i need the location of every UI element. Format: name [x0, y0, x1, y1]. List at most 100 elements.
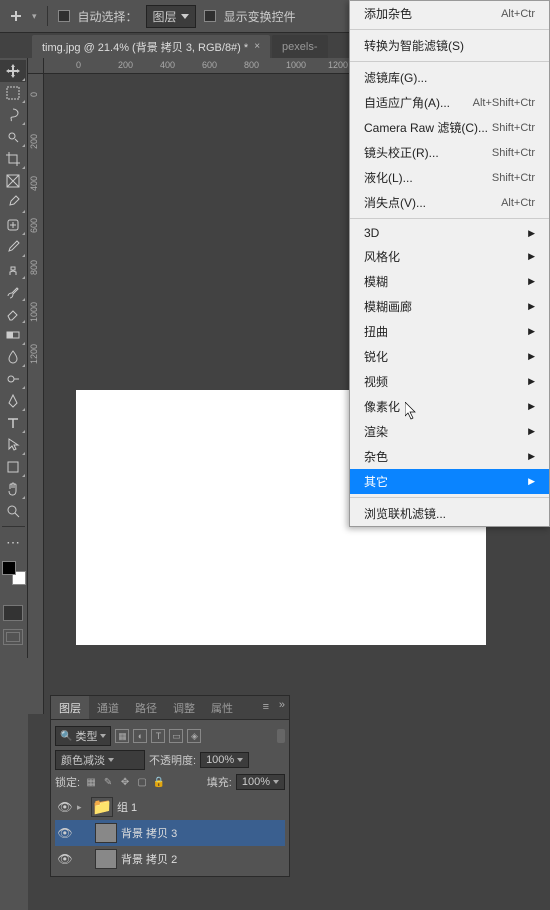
menu-item[interactable]: 转换为智能滤镜(S) [350, 33, 549, 58]
menu-separator [350, 218, 549, 219]
filter-adjustment-icon[interactable]: ◐ [133, 729, 147, 743]
submenu-arrow-icon: ▶ [528, 276, 535, 287]
dodge-tool[interactable] [0, 368, 26, 390]
filter-smart-icon[interactable]: ◈ [187, 729, 201, 743]
menu-item[interactable]: 3D▶ [350, 222, 549, 244]
menu-shortcut: Shift+Ctr [492, 172, 535, 184]
tab-adjustments[interactable]: 调整 [165, 696, 203, 719]
type-tool[interactable] [0, 412, 26, 434]
healing-tool[interactable] [0, 214, 26, 236]
close-icon[interactable]: × [254, 41, 260, 52]
layer-row[interactable]: 👁 背景 拷贝 3 [55, 820, 285, 846]
document-tab-inactive[interactable]: pexels- [272, 35, 327, 58]
move-tool[interactable] [0, 60, 26, 82]
layer-thumbnail[interactable] [95, 823, 117, 843]
layer-filter-dropdown[interactable]: 🔍 类型 [55, 726, 111, 746]
layer-name[interactable]: 背景 拷贝 2 [121, 851, 177, 867]
screen-mode-toggle[interactable] [3, 629, 23, 645]
menu-item[interactable]: 镜头校正(R)...Shift+Ctr [350, 140, 549, 165]
menu-item[interactable]: 浏览联机滤镜... [350, 501, 549, 526]
foreground-color-icon[interactable] [2, 561, 16, 575]
zoom-tool[interactable] [0, 500, 26, 522]
frame-tool[interactable] [0, 170, 26, 192]
opacity-value: 100% [206, 754, 234, 766]
menu-item[interactable]: 扭曲▶ [350, 319, 549, 344]
filter-type-icon[interactable]: T [151, 729, 165, 743]
lasso-tool[interactable] [0, 104, 26, 126]
layer-thumbnail[interactable] [95, 849, 117, 869]
ruler-origin[interactable] [28, 58, 44, 74]
menu-item[interactable]: 风格化▶ [350, 244, 549, 269]
tab-properties[interactable]: 属性 [203, 696, 241, 719]
filter-pixel-icon[interactable]: ▦ [115, 729, 129, 743]
layer-name[interactable]: 背景 拷贝 3 [121, 825, 177, 841]
marquee-tool[interactable] [0, 82, 26, 104]
clone-tool[interactable] [0, 258, 26, 280]
lock-paint-icon[interactable]: ✎ [101, 775, 115, 789]
blend-mode-dropdown[interactable]: 颜色减淡 [55, 750, 145, 770]
lock-pixels-icon[interactable]: ▦ [84, 775, 98, 789]
menu-item[interactable]: 其它▶ [350, 469, 549, 494]
fill-input[interactable]: 100% [236, 774, 285, 790]
group-twisty-icon[interactable]: ▸ [77, 802, 87, 813]
menu-item[interactable]: 添加杂色Alt+Ctr [350, 1, 549, 26]
lock-position-icon[interactable]: ✥ [118, 775, 132, 789]
gradient-tool[interactable] [0, 324, 26, 346]
menu-item[interactable]: 消失点(V)...Alt+Ctr [350, 190, 549, 215]
visibility-toggle-icon[interactable]: 👁 [57, 826, 73, 840]
path-select-tool[interactable] [0, 434, 26, 456]
ruler-vertical[interactable]: 020040060080010001200 [28, 74, 44, 714]
submenu-arrow-icon: ▶ [528, 426, 535, 437]
eyedropper-tool[interactable] [0, 192, 26, 214]
tab-layers[interactable]: 图层 [51, 696, 89, 719]
menu-item[interactable]: 锐化▶ [350, 344, 549, 369]
panel-collapse-icon[interactable]: » [279, 699, 285, 711]
edit-toolbar[interactable]: ⋯ [0, 531, 26, 553]
menu-item[interactable]: 模糊▶ [350, 269, 549, 294]
menu-separator [350, 61, 549, 62]
menu-item[interactable]: Camera Raw 滤镜(C)...Shift+Ctr [350, 115, 549, 140]
menu-item[interactable]: 视频▶ [350, 369, 549, 394]
lock-all-icon[interactable]: 🔒 [152, 775, 166, 789]
crop-tool[interactable] [0, 148, 26, 170]
pen-tool[interactable] [0, 390, 26, 412]
menu-item-label: 浏览联机滤镜... [364, 505, 446, 522]
tab-paths[interactable]: 路径 [127, 696, 165, 719]
opacity-input[interactable]: 100% [200, 752, 249, 768]
layer-name[interactable]: 组 1 [117, 799, 137, 815]
layer-row[interactable]: 👁 背景 拷贝 2 [55, 846, 285, 872]
dropdown-arrow-icon[interactable]: ▾ [32, 11, 37, 22]
menu-item[interactable]: 液化(L)...Shift+Ctr [350, 165, 549, 190]
menu-separator [350, 29, 549, 30]
shape-tool[interactable] [0, 456, 26, 478]
menu-item[interactable]: 渲染▶ [350, 419, 549, 444]
history-brush-tool[interactable] [0, 280, 26, 302]
quick-select-tool[interactable] [0, 126, 26, 148]
filter-shape-icon[interactable]: ▭ [169, 729, 183, 743]
menu-shortcut: Alt+Shift+Ctr [473, 97, 535, 109]
brush-tool[interactable] [0, 236, 26, 258]
separator [47, 6, 48, 26]
hand-tool[interactable] [0, 478, 26, 500]
auto-select-target-dropdown[interactable]: 图层 [146, 5, 196, 28]
blur-tool[interactable] [0, 346, 26, 368]
filter-toggle[interactable] [277, 729, 285, 743]
panel-menu-icon[interactable]: ≡ [263, 701, 269, 713]
eraser-tool[interactable] [0, 302, 26, 324]
show-transform-checkbox[interactable] [204, 10, 216, 22]
tab-channels[interactable]: 通道 [89, 696, 127, 719]
lock-artboard-icon[interactable]: ▢ [135, 775, 149, 789]
visibility-toggle-icon[interactable]: 👁 [57, 800, 73, 814]
quick-mask-toggle[interactable] [3, 605, 23, 621]
document-tab-active[interactable]: timg.jpg @ 21.4% (背景 拷贝 3, RGB/8#) * × [32, 35, 270, 58]
visibility-toggle-icon[interactable]: 👁 [57, 852, 73, 866]
lock-label: 锁定: [55, 774, 80, 790]
layer-row[interactable]: 👁▸📁组 1 [55, 794, 285, 820]
menu-item[interactable]: 模糊画廊▶ [350, 294, 549, 319]
menu-item[interactable]: 像素化▶ [350, 394, 549, 419]
menu-item[interactable]: 自适应广角(A)...Alt+Shift+Ctr [350, 90, 549, 115]
color-swatch[interactable] [2, 561, 26, 585]
auto-select-checkbox[interactable] [58, 10, 70, 22]
menu-item[interactable]: 杂色▶ [350, 444, 549, 469]
menu-item[interactable]: 滤镜库(G)... [350, 65, 549, 90]
